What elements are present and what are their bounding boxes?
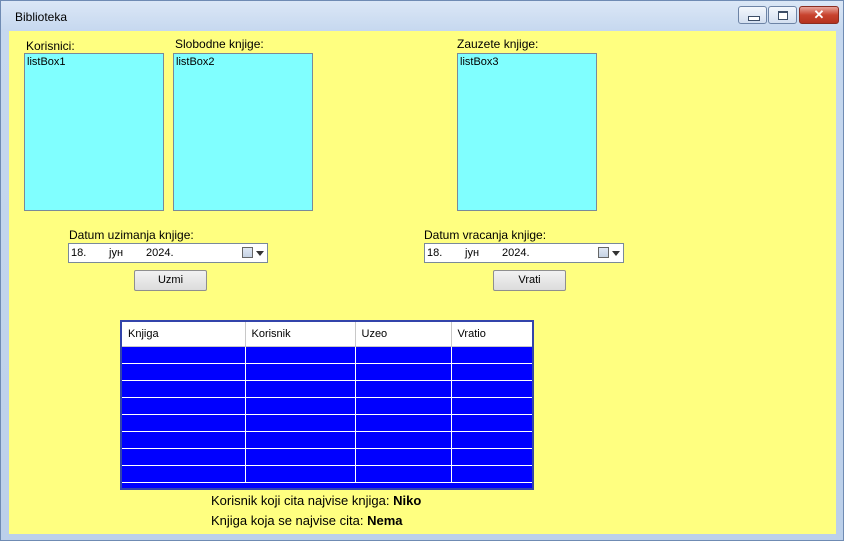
minimize-button[interactable] [738,6,767,24]
table-cell[interactable] [451,397,532,415]
close-button[interactable]: ✕ [799,6,839,24]
table-row[interactable] [122,397,532,415]
table-row[interactable] [122,465,532,483]
table-cell[interactable] [245,448,356,466]
table-cell[interactable] [122,363,246,381]
date-day[interactable]: 18. [427,247,442,259]
datum-vracanja-label: Datum vracanja knjige: [424,228,547,242]
zauzete-knjige-listbox[interactable]: listBox3 [457,53,597,211]
table-cell[interactable] [245,363,356,381]
table-cell[interactable] [122,414,246,432]
table-cell[interactable] [355,346,452,364]
column-header-korisnik[interactable]: Korisnik [245,322,356,347]
calendar-icon[interactable] [598,247,609,258]
close-icon: ✕ [813,7,825,22]
table-row[interactable] [122,431,532,449]
grid-header-row: Knjiga Korisnik Uzeo Vratio [122,322,532,347]
table-row[interactable] [122,414,532,432]
table-cell[interactable] [245,465,356,483]
top-reader-label: Korisnik koji cita najvise knjiga: [211,493,390,508]
date-year[interactable]: 2024. [502,247,530,259]
date-day[interactable]: 18. [71,247,86,259]
table-cell[interactable] [122,397,246,415]
table-cell[interactable] [355,431,452,449]
minimize-icon [748,16,760,21]
top-book-value: Nema [367,513,403,528]
form-client-area: Korisnici: Slobodne knjige: Zauzete knji… [9,31,836,534]
vrati-button[interactable]: Vrati [493,270,566,291]
title-bar[interactable]: Biblioteka ✕ [1,1,843,31]
listbox-item[interactable]: listBox2 [176,56,215,68]
table-cell[interactable] [245,346,356,364]
datum-uzimanja-picker[interactable]: 18. јун 2024. [68,243,268,263]
table-cell[interactable] [451,380,532,398]
table-row[interactable] [122,346,532,364]
column-header-vratio[interactable]: Vratio [451,322,532,347]
zauzete-knjige-label: Zauzete knjige: [457,37,539,51]
date-year[interactable]: 2024. [146,247,174,259]
column-header-uzeo[interactable]: Uzeo [355,322,452,347]
chevron-down-icon[interactable] [256,251,264,256]
table-cell[interactable] [355,414,452,432]
table-cell[interactable] [451,465,532,483]
maximize-icon [778,11,788,20]
table-cell[interactable] [122,346,246,364]
table-cell[interactable] [122,448,246,466]
maximize-button[interactable] [768,6,797,24]
korisnici-label: Korisnici: [26,39,75,53]
pozajmice-datagrid[interactable]: Knjiga Korisnik Uzeo Vratio [120,320,534,490]
datum-uzimanja-label: Datum uzimanja knjige: [69,228,194,242]
table-cell[interactable] [122,380,246,398]
table-cell[interactable] [355,465,452,483]
table-cell[interactable] [355,397,452,415]
table-cell[interactable] [355,380,452,398]
main-window: Biblioteka ✕ Korisnici: Slobodne knjige:… [0,0,844,541]
calendar-icon[interactable] [242,247,253,258]
table-cell[interactable] [122,465,246,483]
chevron-down-icon[interactable] [612,251,620,256]
column-header-knjiga[interactable]: Knjiga [122,322,246,347]
table-cell[interactable] [245,397,356,415]
table-cell[interactable] [245,414,356,432]
slobodne-knjige-label: Slobodne knjige: [175,37,264,51]
datum-vracanja-picker[interactable]: 18. јун 2024. [424,243,624,263]
table-cell[interactable] [451,363,532,381]
table-cell[interactable] [451,448,532,466]
table-row[interactable] [122,363,532,381]
table-cell[interactable] [355,363,452,381]
table-cell[interactable] [122,431,246,449]
table-cell[interactable] [451,414,532,432]
top-book-label: Knjiga koja se najvise cita: [211,513,364,528]
top-book-line: Knjiga koja se najvise cita: Nema [211,513,403,528]
table-cell[interactable] [451,346,532,364]
table-row[interactable] [122,448,532,466]
table-cell[interactable] [245,431,356,449]
uzmi-button[interactable]: Uzmi [134,270,207,291]
listbox-item[interactable]: listBox1 [27,56,66,68]
table-row[interactable] [122,380,532,398]
table-cell[interactable] [451,431,532,449]
window-title: Biblioteka [15,10,68,24]
korisnici-listbox[interactable]: listBox1 [24,53,164,211]
top-reader-value: Niko [393,493,422,508]
date-month[interactable]: јун [465,247,479,259]
table-cell[interactable] [245,380,356,398]
table-cell[interactable] [355,448,452,466]
slobodne-knjige-listbox[interactable]: listBox2 [173,53,313,211]
date-month[interactable]: јун [109,247,123,259]
listbox-item[interactable]: listBox3 [460,56,499,68]
top-reader-line: Korisnik koji cita najvise knjiga: Niko [211,493,421,508]
